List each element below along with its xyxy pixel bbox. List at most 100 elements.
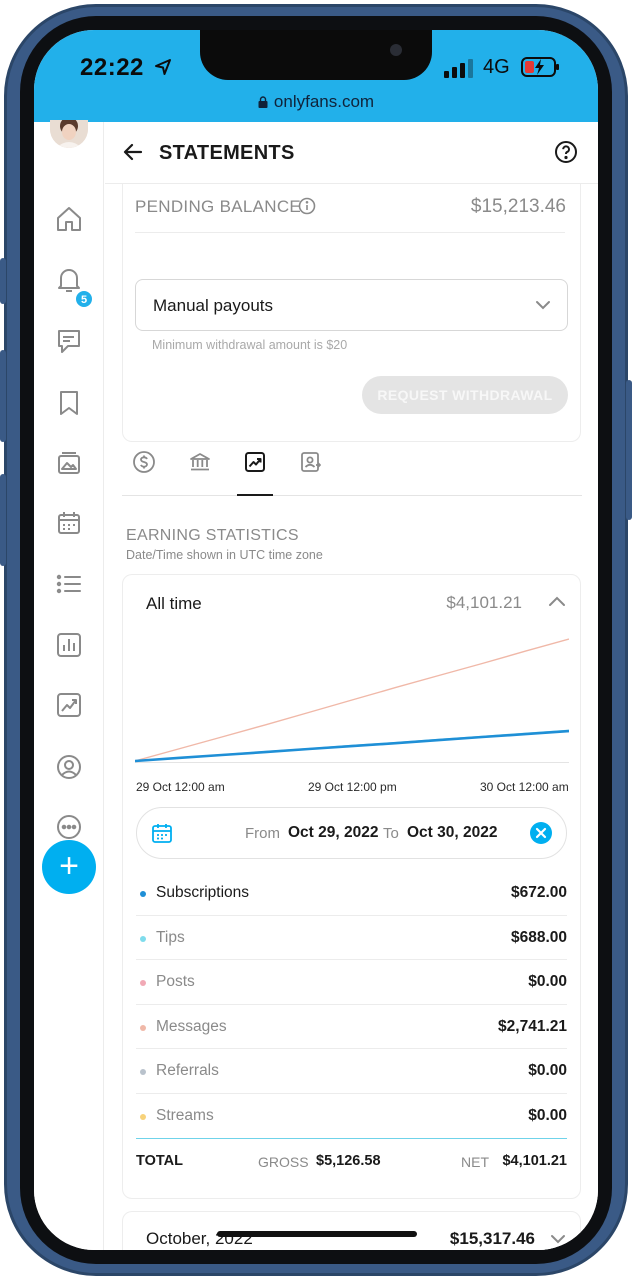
home-indicator[interactable] [217, 1231, 417, 1237]
bank-icon [190, 453, 210, 471]
series-line-subscriptions [135, 729, 569, 763]
home-icon[interactable] [54, 204, 84, 234]
range-total: $4,101.21 [446, 593, 522, 612]
volume-down-button [0, 474, 6, 566]
chevron-down-icon [551, 1235, 565, 1244]
x-tick-label: 30 Oct 12:00 am [480, 780, 569, 794]
signal-icon [444, 59, 473, 78]
profile-icon[interactable] [54, 752, 84, 782]
dollar-icon [133, 451, 155, 473]
earning-statistics-card: All time $4,101.21 29 Oct 12:00 am 29 Oc… [122, 574, 581, 1199]
more-icon[interactable] [54, 812, 84, 842]
tab-statistics[interactable] [237, 444, 273, 496]
earnings-row-posts: Posts $0.00 [136, 960, 567, 1005]
network-type: 4G [483, 56, 510, 78]
sidebar: 5 + [34, 120, 104, 1250]
tab-earnings[interactable] [126, 444, 162, 496]
date-range-picker[interactable]: From Oct 29, 2022 To Oct 30, 2022 [136, 807, 567, 859]
date-from-value[interactable]: Oct 29, 2022 [288, 824, 378, 842]
payout-method-select[interactable]: Manual payouts [135, 279, 568, 331]
series-line-messages [135, 638, 569, 762]
header: STATEMENTS [105, 122, 598, 184]
divider [135, 232, 565, 233]
info-icon[interactable] [298, 197, 316, 215]
chart-trend-icon [245, 452, 265, 472]
earnings-row-tips: Tips $688.00 [136, 916, 567, 961]
location-arrow-icon [155, 59, 171, 75]
earning-statistics-heading: EARNING STATISTICS [126, 527, 299, 544]
x-tick-label: 29 Oct 12:00 pm [308, 780, 397, 794]
clear-date-icon[interactable] [529, 821, 553, 845]
tab-payouts[interactable] [182, 444, 218, 496]
list-icon[interactable] [54, 569, 84, 599]
statistics-icon[interactable] [54, 630, 84, 660]
date-to-value[interactable]: Oct 30, 2022 [407, 824, 497, 842]
net-value: $4,101.21 [502, 1153, 567, 1169]
row-value: $0.00 [528, 973, 567, 991]
notch [200, 30, 432, 80]
calendar-icon [152, 824, 172, 843]
url-text: onlyfans.com [273, 92, 375, 111]
legend-dot [140, 935, 146, 942]
gross-value: $5,126.58 [316, 1153, 381, 1169]
chevron-up-icon[interactable] [546, 591, 568, 613]
x-tick-label: 29 Oct 12:00 am [136, 780, 225, 794]
mute-switch [0, 258, 6, 304]
row-label: Tips [156, 928, 185, 946]
url-bar[interactable]: onlyfans.com [34, 92, 598, 112]
row-value: $0.00 [528, 1106, 567, 1124]
statement-tabs [122, 444, 582, 496]
volume-up-button [0, 350, 6, 442]
user-statement-icon [301, 452, 321, 472]
payout-method-value: Manual payouts [153, 296, 274, 315]
earnings-line-chart [135, 638, 569, 763]
vault-icon[interactable] [54, 448, 84, 478]
timezone-note: Date/Time shown in UTC time zone [126, 548, 323, 562]
pending-balance-amount: $15,213.46 [470, 196, 566, 217]
row-value: $672.00 [510, 884, 567, 901]
total-row: TOTAL GROSS $5,126.58 NET $4,101.21 [136, 1147, 567, 1177]
bookmark-icon[interactable] [54, 388, 84, 418]
power-button [626, 380, 632, 520]
gross-label: GROSS [258, 1154, 309, 1170]
date-to-label: To [383, 825, 399, 842]
avatar[interactable] [50, 120, 88, 148]
messages-icon[interactable] [54, 326, 84, 356]
row-label: Posts [156, 973, 195, 991]
page-title: STATEMENTS [159, 142, 295, 164]
earnings-breakdown: Subscriptions $672.00 Tips $688.00 Posts $0.0… [136, 871, 567, 1139]
legend-dot [140, 891, 146, 897]
net-label: NET [461, 1154, 489, 1170]
status-time: 22:22 [80, 54, 144, 81]
request-withdrawal-button[interactable]: REQUEST WITHDRAWAL [362, 376, 568, 414]
range-label[interactable]: All time [146, 594, 202, 614]
calendar-icon[interactable] [54, 508, 84, 538]
earnings-row-subscriptions: Subscriptions $672.00 [136, 871, 567, 916]
row-label: Subscriptions [156, 884, 250, 901]
earnings-row-messages: Messages $2,741.21 [136, 1005, 567, 1050]
new-post-button[interactable]: + [42, 840, 96, 894]
messages-badge: 5 [75, 290, 93, 308]
date-from-label: From [245, 825, 280, 842]
row-label: Messages [156, 1017, 227, 1035]
help-icon[interactable] [554, 140, 578, 164]
legend-dot [140, 980, 146, 987]
camera-icon [390, 44, 402, 56]
min-withdrawal-note: Minimum withdrawal amount is $20 [152, 338, 348, 352]
row-value: $0.00 [528, 1062, 567, 1080]
statements-icon[interactable] [54, 690, 84, 720]
back-arrow-icon[interactable] [121, 140, 145, 164]
lock-icon [258, 96, 268, 108]
screen: 22:22 4G onlyfans.com 5 + STATEMENTS PEN… [34, 30, 598, 1250]
tab-referrals[interactable] [293, 444, 329, 496]
status-bar: 22:22 4G onlyfans.com [34, 30, 598, 122]
row-label: Streams [156, 1106, 214, 1124]
battery-charging-icon [521, 57, 559, 77]
legend-dot [140, 1113, 146, 1120]
row-value: $2,741.21 [498, 1017, 567, 1035]
main-panel: STATEMENTS PENDING BALANCE $15,213.46 Ma… [105, 122, 598, 1250]
chevron-down-icon [536, 301, 550, 310]
row-value: $688.00 [510, 928, 567, 946]
legend-dot [140, 1069, 146, 1076]
earnings-row-streams: Streams $0.00 [136, 1094, 567, 1139]
